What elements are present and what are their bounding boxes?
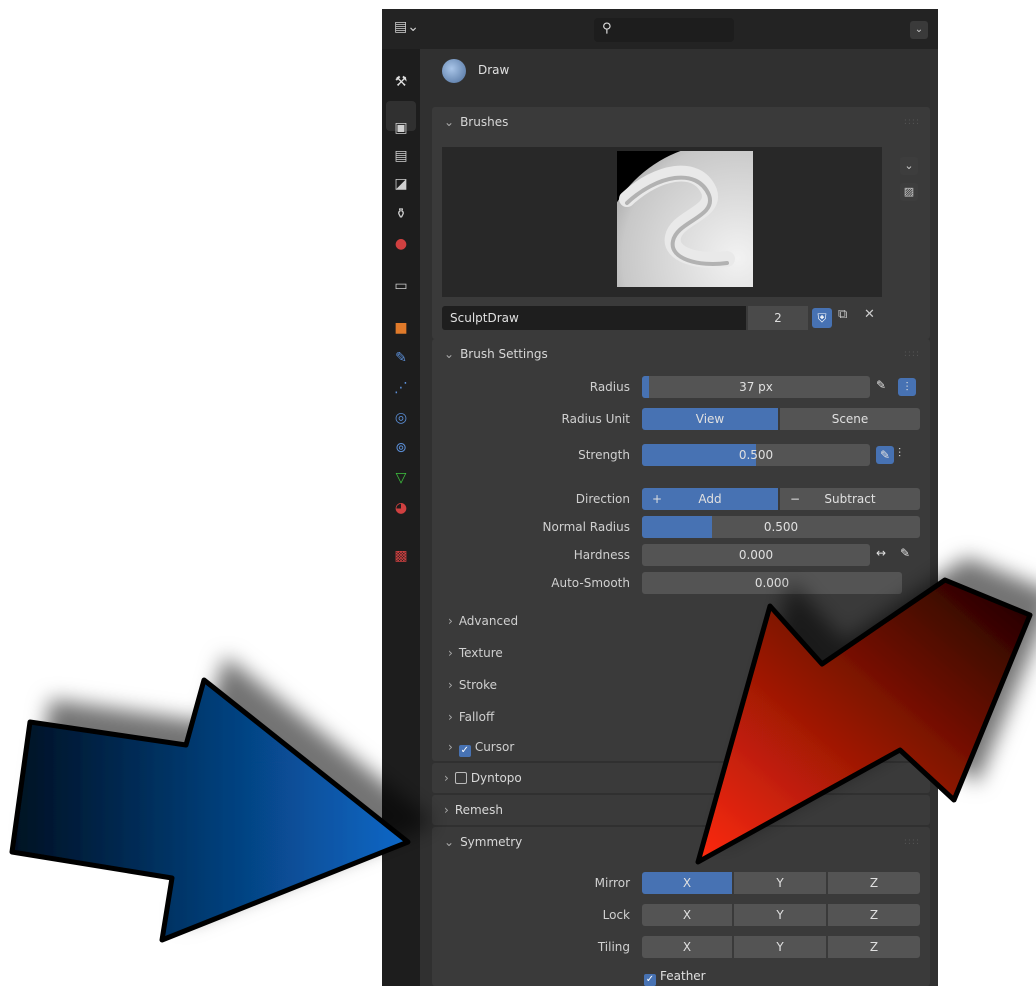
blue-arrow-icon (9, 677, 411, 943)
annotation-overlay (9, 577, 1033, 943)
red-arrow-icon (695, 577, 1033, 865)
